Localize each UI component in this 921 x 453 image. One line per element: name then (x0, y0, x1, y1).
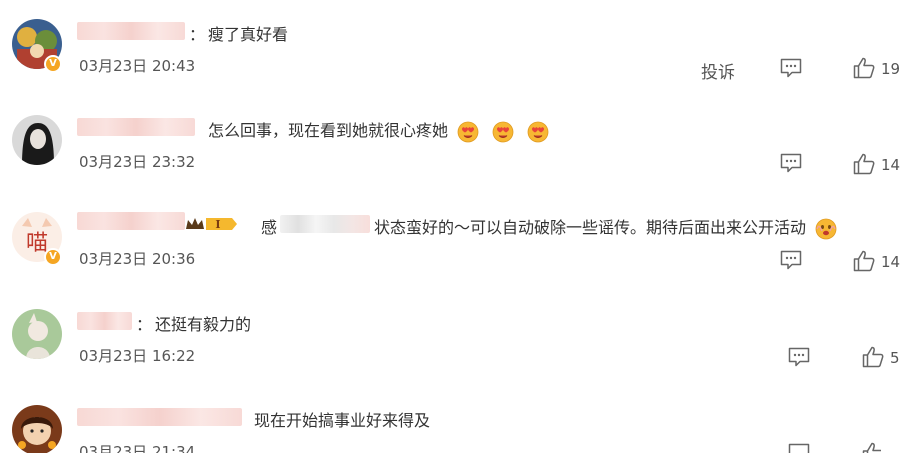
love-face-emoji-icon (815, 218, 837, 239)
crown-level-icon: I (186, 218, 237, 231)
report-button[interactable]: 投诉 (701, 58, 735, 83)
comment-bubble-icon[interactable] (788, 443, 810, 453)
avatar[interactable] (12, 405, 62, 453)
comment-item: 现在开始搞事业好来得及 03月23日 21:34 (0, 388, 921, 453)
comment-text: 怎么回事，现在看到她就很心疼她 (208, 117, 549, 143)
love-face-emoji-icon (527, 121, 549, 142)
love-face-emoji-icon (457, 121, 479, 142)
comment-bubble-icon[interactable] (780, 58, 802, 78)
comment-text: 状态蛮好的～可以自动破除一些谣传。期待后面出来公开活动 (374, 214, 837, 240)
comment-time: 03月23日 21:34 (79, 443, 196, 453)
comment-text-prefix: 感 (261, 218, 278, 237)
like-count: 14 (881, 156, 901, 174)
verified-badge-icon: V (44, 55, 62, 73)
comment-time: 03月23日 20:36 (79, 250, 196, 268)
username-blurred[interactable] (77, 312, 132, 330)
like-count: 5 (890, 349, 900, 367)
thumbs-up-icon[interactable] (853, 153, 875, 175)
colon: ： (189, 25, 206, 44)
text-blurred (280, 215, 370, 233)
comment-text: 还挺有毅力的 (155, 315, 252, 334)
comment-bubble-icon[interactable] (780, 153, 802, 173)
comment-text: 瘦了真好看 (208, 25, 289, 44)
comment-time: 03月23日 16:22 (79, 347, 196, 365)
comment-time: 03月23日 20:43 (79, 57, 196, 75)
thumbs-up-icon[interactable] (853, 250, 875, 272)
thumbs-up-icon[interactable] (862, 442, 884, 453)
svg-text:I: I (215, 218, 220, 231)
username-blurred[interactable] (77, 118, 195, 136)
comment-text: 现在开始搞事业好来得及 (254, 411, 431, 430)
comment-time: 03月23日 23:32 (79, 153, 196, 171)
thumbs-up-icon[interactable] (862, 346, 884, 368)
comment-bubble-icon[interactable] (780, 250, 802, 270)
comment-text-body: 状态蛮好的～可以自动破除一些谣传。期待后面出来公开活动 (374, 218, 807, 237)
comment-text-body: 怎么回事，现在看到她就很心疼她 (208, 121, 449, 140)
username-blurred[interactable] (77, 408, 242, 426)
comment-bubble-icon[interactable] (788, 347, 810, 367)
like-count: 14 (881, 253, 901, 271)
colon: ： (136, 315, 153, 334)
verified-badge-icon: V (44, 248, 62, 266)
like-count: 19 (881, 60, 901, 78)
comment-item: ： 还挺有毅力的 03月23日 16:22 5 (0, 292, 921, 388)
avatar[interactable] (12, 309, 62, 359)
love-face-emoji-icon (492, 121, 514, 142)
username-blurred[interactable] (77, 212, 185, 230)
comment-item: 喵 V I 感 状态蛮好的～可以自动破除一些谣传。期待后面出来公开活动 03月2… (0, 196, 921, 292)
avatar[interactable] (12, 115, 62, 165)
thumbs-up-icon[interactable] (853, 57, 875, 79)
comment-item: V ： 瘦了真好看 03月23日 20:43 投诉 19 (0, 0, 921, 100)
username-blurred[interactable] (77, 22, 185, 40)
comment-item: 怎么回事，现在看到她就很心疼她 03月23日 23:32 14 (0, 100, 921, 196)
